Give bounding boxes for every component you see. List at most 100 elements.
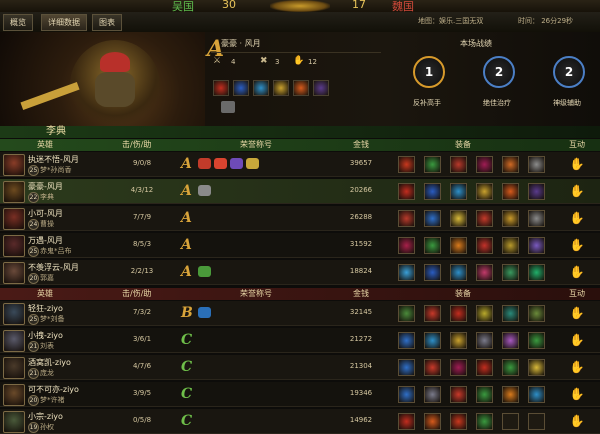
equipment-slot[interactable] <box>476 305 493 322</box>
equipment-slot[interactable] <box>476 332 493 349</box>
equipment-slot[interactable] <box>502 413 519 430</box>
equipment-slot[interactable] <box>424 210 441 227</box>
equipment-slot[interactable] <box>398 264 415 281</box>
equipment-slot[interactable] <box>502 156 519 173</box>
hero-item-slot[interactable] <box>213 80 229 96</box>
equipment-slot[interactable] <box>424 264 441 281</box>
avatar[interactable] <box>3 384 25 406</box>
equipment-slot[interactable] <box>528 332 545 349</box>
equipment-slot[interactable] <box>450 237 467 254</box>
avatar[interactable] <box>3 208 25 230</box>
equipment-slot[interactable] <box>424 156 441 173</box>
equipment-slot[interactable] <box>424 413 441 430</box>
honor-icon[interactable] <box>198 307 211 318</box>
equipment-slot[interactable] <box>528 237 545 254</box>
honor-icon[interactable] <box>198 185 211 196</box>
tab-detail[interactable]: 详细数据 <box>41 14 87 31</box>
equipment-slot[interactable] <box>476 183 493 200</box>
avatar[interactable] <box>3 262 25 284</box>
hero-item-slot[interactable] <box>293 80 309 96</box>
equipment-slot[interactable] <box>398 386 415 403</box>
honor-icon[interactable] <box>230 158 243 169</box>
equipment-slot[interactable] <box>450 386 467 403</box>
tab-overview[interactable]: 概览 <box>3 14 33 31</box>
equipment-slot[interactable] <box>528 156 545 173</box>
player-row[interactable]: 酒窝凯-ziyo 21 庞龙 4/7/6 C 21304 ✋ <box>0 355 600 380</box>
equipment-slot[interactable] <box>528 305 545 322</box>
equipment-slot[interactable] <box>424 386 441 403</box>
thumbs-up-icon[interactable]: ✋ <box>569 332 585 348</box>
equipment-slot[interactable] <box>502 332 519 349</box>
honor-icon[interactable] <box>214 158 227 169</box>
player-row[interactable]: 可不可亦-ziyo 20 梦*许褚 3/9/5 C 19346 ✋ <box>0 382 600 407</box>
honor-icon[interactable] <box>198 158 211 169</box>
equipment-slot[interactable] <box>424 332 441 349</box>
equipment-slot[interactable] <box>528 210 545 227</box>
avatar[interactable] <box>3 411 25 433</box>
equipment-slot[interactable] <box>450 210 467 227</box>
equipment-slot[interactable] <box>476 210 493 227</box>
honor-icon[interactable] <box>246 158 259 169</box>
equipment-slot[interactable] <box>398 332 415 349</box>
equipment-slot[interactable] <box>476 237 493 254</box>
equipment-slot[interactable] <box>450 359 467 376</box>
equipment-slot[interactable] <box>502 183 519 200</box>
avatar[interactable] <box>3 181 25 203</box>
equipment-slot[interactable] <box>502 305 519 322</box>
thumbs-up-icon[interactable]: ✋ <box>569 305 585 321</box>
equipment-slot[interactable] <box>450 156 467 173</box>
equipment-slot[interactable] <box>528 413 545 430</box>
player-row[interactable]: 小宗-ziyo 19 孙权 0/5/8 C 14962 ✋ <box>0 409 600 434</box>
hero-item-slot[interactable] <box>233 80 249 96</box>
thumbs-up-icon[interactable]: ✋ <box>569 237 585 253</box>
equipment-slot[interactable] <box>398 183 415 200</box>
equipment-slot[interactable] <box>528 359 545 376</box>
equipment-slot[interactable] <box>502 386 519 403</box>
equipment-slot[interactable] <box>502 359 519 376</box>
equipment-slot[interactable] <box>398 210 415 227</box>
equipment-slot[interactable] <box>424 305 441 322</box>
equipment-slot[interactable] <box>398 413 415 430</box>
thumbs-up-icon[interactable]: ✋ <box>569 183 585 199</box>
player-row[interactable]: 小可-风月 24 曹操 7/7/9 A 26288 ✋ <box>0 206 600 231</box>
hero-item-slot[interactable] <box>313 80 329 96</box>
equipment-slot[interactable] <box>398 156 415 173</box>
thumbs-up-icon[interactable]: ✋ <box>569 413 585 429</box>
equipment-slot[interactable] <box>528 264 545 281</box>
thumbs-up-icon[interactable]: ✋ <box>569 359 585 375</box>
equipment-slot[interactable] <box>398 359 415 376</box>
avatar[interactable] <box>3 357 25 379</box>
equipment-slot[interactable] <box>476 413 493 430</box>
player-row[interactable]: 豪豪-风月 22 李典 4/3/12 A 20266 ✋ <box>0 179 600 204</box>
equipment-slot[interactable] <box>476 156 493 173</box>
avatar[interactable] <box>3 330 25 352</box>
player-row[interactable]: 执迷不悟-风月 25 梦*孙尚香 9/0/8 A 39657 ✋ <box>0 152 600 177</box>
equipment-slot[interactable] <box>424 183 441 200</box>
equipment-slot[interactable] <box>424 237 441 254</box>
equipment-slot[interactable] <box>502 210 519 227</box>
avatar[interactable] <box>3 154 25 176</box>
thumbs-up-icon[interactable]: ✋ <box>569 264 585 280</box>
equipment-slot[interactable] <box>450 305 467 322</box>
equipment-slot[interactable] <box>450 183 467 200</box>
player-row[interactable]: 不羡浮云-风月 20 郭嘉 2/2/13 A 18824 ✋ <box>0 260 600 285</box>
equipment-slot[interactable] <box>450 264 467 281</box>
equipment-slot[interactable] <box>450 413 467 430</box>
equipment-slot[interactable] <box>450 332 467 349</box>
equipment-slot[interactable] <box>424 359 441 376</box>
player-row[interactable]: 小拽-ziyo 21 刘表 3/6/1 C 21272 ✋ <box>0 328 600 353</box>
equipment-slot[interactable] <box>398 305 415 322</box>
avatar[interactable] <box>3 303 25 325</box>
thumbs-up-icon[interactable]: ✋ <box>569 156 585 172</box>
player-row[interactable]: 万遇-风月 25 赤鬼*吕布 8/5/3 A 31592 ✋ <box>0 233 600 258</box>
equipment-slot[interactable] <box>502 237 519 254</box>
thumbs-up-icon[interactable]: ✋ <box>569 210 585 226</box>
tab-chart[interactable]: 图表 <box>92 14 122 31</box>
equipment-slot[interactable] <box>476 386 493 403</box>
equipment-slot[interactable] <box>502 264 519 281</box>
honor-icon[interactable] <box>198 266 211 277</box>
player-row[interactable]: 轻狂-ziyo 25 梦*刘备 7/3/2 B 32145 ✋ <box>0 301 600 326</box>
equipment-slot[interactable] <box>528 386 545 403</box>
thumbs-up-icon[interactable]: ✋ <box>569 386 585 402</box>
hero-item-slot[interactable] <box>253 80 269 96</box>
